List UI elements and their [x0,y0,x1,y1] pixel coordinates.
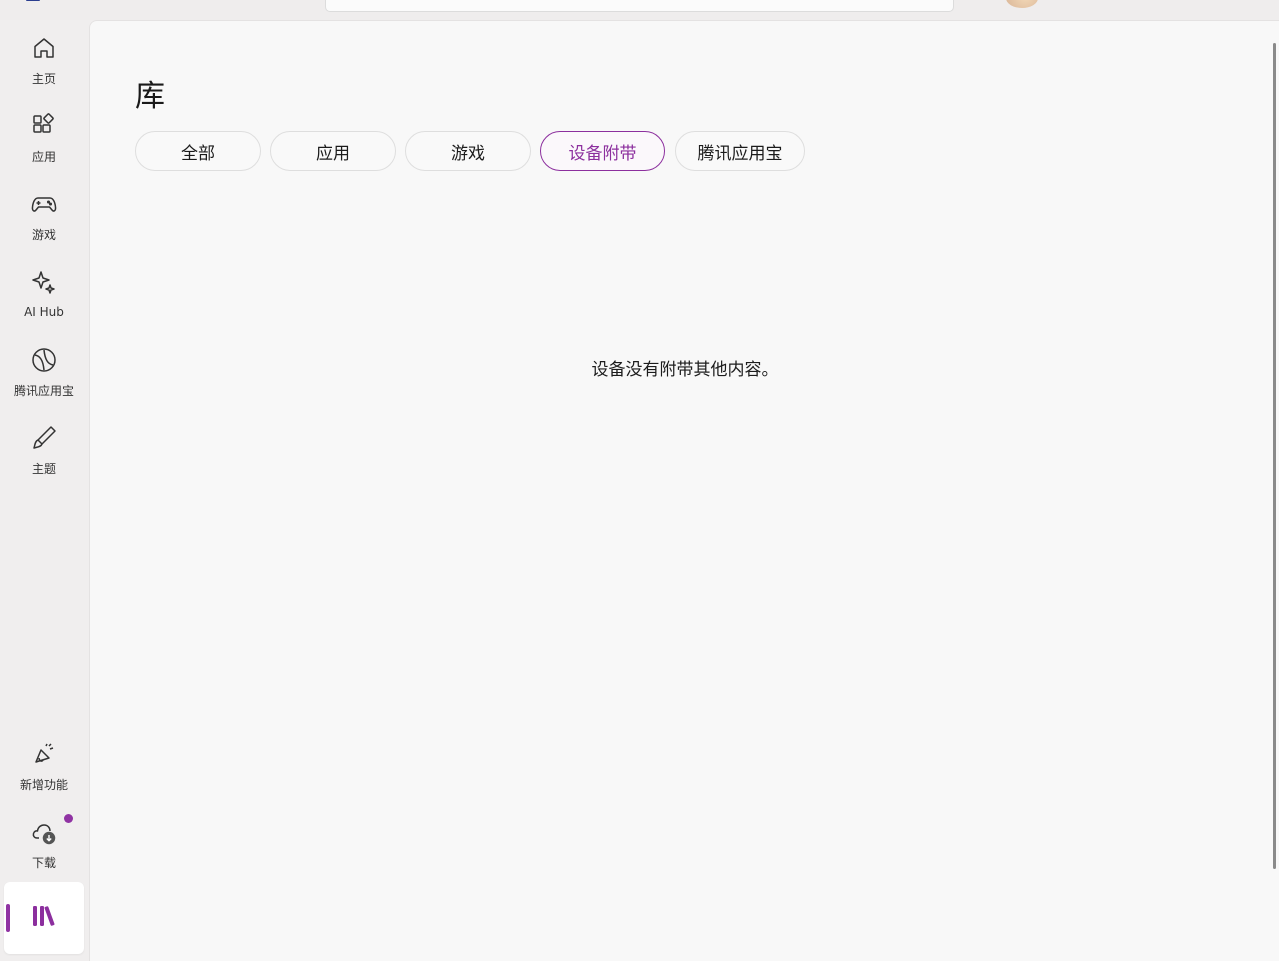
app-logo-icon [26,0,40,1]
sidebar-item-label: AI Hub [24,305,64,319]
filter-tencent-appstore[interactable]: 腾讯应用宝 [675,131,805,171]
notification-badge [64,814,73,823]
title-bar [0,0,1279,20]
sidebar-item-label: 新增功能 [19,777,68,792]
filter-games[interactable]: 游戏 [405,131,531,171]
avatar[interactable] [1006,0,1038,8]
filter-all[interactable]: 全部 [135,131,261,171]
filter-device-bundled[interactable]: 设备附带 [540,131,665,171]
library-icon [30,902,58,934]
sidebar-item-label: 游戏 [31,227,56,242]
library-page: 库 全部 应用 游戏 设备附带 腾讯应用宝 设备没有附带其他内容。 [89,20,1279,961]
search-input[interactable] [325,0,954,12]
brush-icon [30,424,58,456]
page-title: 库 [135,79,165,115]
sidebar-item-library[interactable] [4,882,84,954]
sidebar-item-whats-new[interactable]: 新增功能 [4,730,84,802]
gamepad-icon [30,190,58,222]
sidebar-item-games[interactable]: 游戏 [4,180,84,252]
tencent-appstore-icon [30,346,58,378]
filter-apps[interactable]: 应用 [270,131,396,171]
sparkle-icon [30,269,58,301]
active-indicator [6,904,10,932]
sidebar-item-tencent-appstore[interactable]: 腾讯应用宝 [4,336,84,408]
sidebar-item-label: 主页 [31,71,56,86]
sidebar: 主页 应用 游戏 AI Hub 腾讯应用宝 主题 新增功能 下载 [0,20,89,960]
apps-icon [30,112,58,144]
home-icon [30,34,58,66]
sidebar-item-label: 下载 [31,855,56,870]
empty-state-message: 设备没有附带其他内容。 [591,360,779,380]
sidebar-item-home[interactable]: 主页 [4,24,84,96]
sidebar-item-label: 主题 [31,461,56,476]
sidebar-item-label: 腾讯应用宝 [13,383,74,398]
sidebar-item-label: 应用 [31,149,56,164]
sidebar-item-themes[interactable]: 主题 [4,414,84,486]
sidebar-item-apps[interactable]: 应用 [4,102,84,174]
sidebar-item-ai-hub[interactable]: AI Hub [4,258,84,330]
cloud-download-icon [30,818,58,850]
scrollbar[interactable] [1273,43,1276,869]
megaphone-icon [30,740,58,772]
